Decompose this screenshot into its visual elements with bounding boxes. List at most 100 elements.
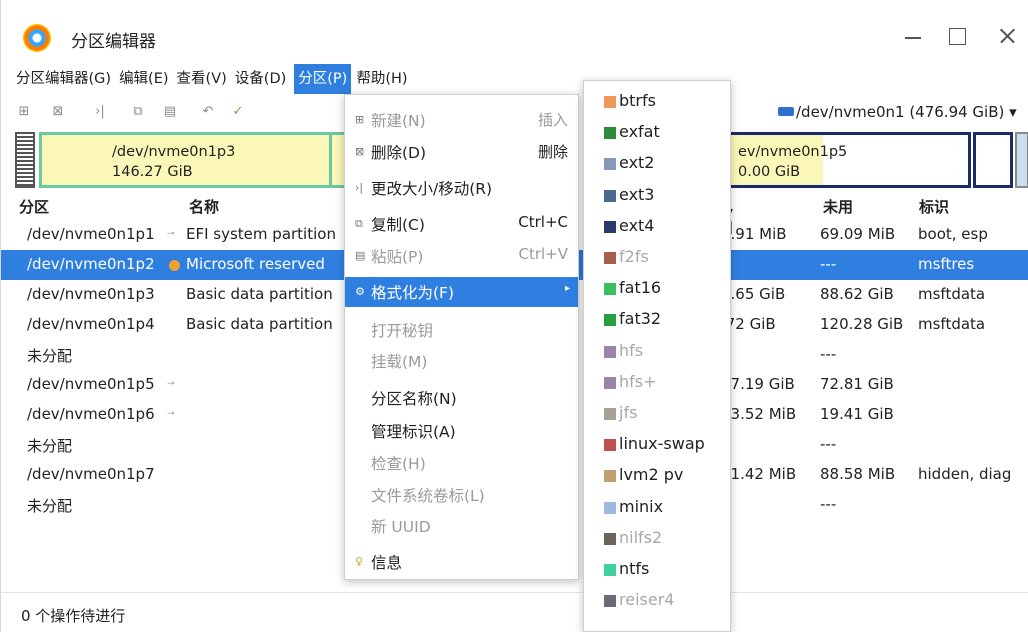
cell-used: 07.19 GiB <box>721 375 795 393</box>
cell-unused: 72.81 GiB <box>820 375 894 393</box>
format-option-label: f2fs <box>619 247 649 266</box>
menu-paste[interactable]: ▤ 粘贴(P) Ctrl+V <box>345 241 578 271</box>
cell-flags: hidden, diag <box>918 465 1012 483</box>
format-option-fat32[interactable]: fat32 <box>584 305 730 336</box>
menu-edit[interactable]: 编辑(E) <box>114 64 171 94</box>
cell-partition: /dev/nvme0n1p6 <box>27 405 155 423</box>
delete-partition-icon[interactable]: ⊠ <box>51 105 65 119</box>
partition-block-p3[interactable]: /dev/nvme0n1p3 146.27 GiB <box>39 132 339 188</box>
cell-name: Basic data partition <box>186 315 333 333</box>
menu-check[interactable]: 检查(H) <box>345 448 578 478</box>
filesystem-color-swatch <box>604 220 616 233</box>
new-partition-icon[interactable]: ⊞ <box>17 105 31 119</box>
partition-menu: ⊞ 新建(N) 插入 ⊠ 删除(D) 删除 ›| 更改大小/移动(R) ⧉ 复制… <box>344 94 579 580</box>
menu-manage-flags[interactable]: 管理标识(A) <box>345 416 578 446</box>
menu-partition-name[interactable]: 分区名称(N) <box>345 383 578 413</box>
format-option-label: nilfs2 <box>619 527 663 547</box>
format-option-lvm2-pv[interactable]: lvm2 pv <box>584 461 730 492</box>
device-selector[interactable]: /dev/nvme0n1 (476.94 GiB) ▾ <box>778 103 1017 121</box>
menu-new[interactable]: ⊞ 新建(N) 插入 <box>345 105 578 135</box>
format-option-reiser4[interactable]: reiser4 <box>584 586 730 617</box>
menu-format-as[interactable]: ⚙ 格式化为(F) ▸ <box>345 277 578 307</box>
format-option-label: exfat <box>619 122 660 142</box>
maximize-button[interactable] <box>947 26 967 46</box>
key-icon: ⊸ <box>167 409 175 419</box>
partition-block-p5[interactable]: ev/nvme0n1p5 0.00 GiB <box>723 132 971 188</box>
filesystem-color-swatch <box>604 501 616 514</box>
menu-open-key[interactable]: 打开秘钥 <box>345 315 578 345</box>
delete-icon: ⊠ <box>355 145 365 158</box>
filesystem-color-swatch <box>604 189 616 202</box>
cell-used: 03.52 MiB <box>721 405 797 423</box>
col-unused[interactable]: 未用 <box>823 196 853 217</box>
filesystem-color-swatch <box>604 532 616 545</box>
menu-info[interactable]: ♀ 信息 <box>345 547 578 577</box>
undo-icon[interactable]: ↶ <box>201 105 215 119</box>
partition-block-p1[interactable] <box>15 132 35 188</box>
format-option-label: minix <box>619 496 664 516</box>
menu-view[interactable]: 查看(V) <box>172 64 230 94</box>
format-option-label: fat16 <box>619 278 662 298</box>
resize-icon: ›| <box>355 181 364 194</box>
menu-gparted[interactable]: 分区编辑器(G) <box>1 64 114 94</box>
filesystem-color-swatch <box>604 345 616 358</box>
menu-partition[interactable]: 分区(P) <box>294 64 352 94</box>
cell-name: Basic data partition <box>186 285 333 303</box>
format-option-label: hfs+ <box>619 371 657 391</box>
format-option-linux-swap[interactable]: linux-swap <box>584 430 730 461</box>
cell-partition: /dev/nvme0n1p7 <box>27 465 155 483</box>
menu-help[interactable]: 帮助(H) <box>351 64 410 94</box>
paste-icon[interactable]: ▤ <box>163 105 177 119</box>
col-name[interactable]: 名称 <box>189 196 219 217</box>
partition-block-p6[interactable] <box>973 132 1013 188</box>
filesystem-color-swatch <box>604 283 616 296</box>
format-option-ext2[interactable]: ext2 <box>584 149 730 180</box>
format-option-hfs-[interactable]: hfs+ <box>584 368 730 399</box>
format-option-nilfs2[interactable]: nilfs2 <box>584 524 730 555</box>
menu-copy[interactable]: ⧉ 复制(C) Ctrl+C <box>345 209 578 239</box>
copy-icon[interactable]: ⧉ <box>131 105 145 119</box>
format-option-btrfs[interactable]: btrfs <box>584 87 730 118</box>
resize-move-icon[interactable]: ›| <box>93 105 107 119</box>
close-button[interactable] <box>997 26 1017 46</box>
cell-used: 81.42 MiB <box>721 465 797 483</box>
menu-new-uuid[interactable]: 新 UUID <box>345 511 578 541</box>
menu-device[interactable]: 设备(D) <box>230 64 289 94</box>
format-option-ntfs[interactable]: ntfs <box>584 555 730 586</box>
format-option-f2fs[interactable]: f2fs <box>584 243 730 274</box>
menu-delete[interactable]: ⊠ 删除(D) 删除 <box>345 137 578 167</box>
cell-unused: --- <box>820 345 837 363</box>
gparted-app-icon <box>23 24 51 52</box>
format-option-ext4[interactable]: ext4 <box>584 212 730 243</box>
apply-icon[interactable]: ✓ <box>231 105 245 119</box>
format-option-ext3[interactable]: ext3 <box>584 181 730 212</box>
col-flags[interactable]: 标识 <box>919 196 949 217</box>
format-option-label: btrfs <box>619 91 656 110</box>
col-partition[interactable]: 分区 <box>19 196 49 217</box>
menu-fs-label[interactable]: 文件系统卷标(L) <box>345 480 578 510</box>
format-option-label: jfs <box>619 403 638 422</box>
cell-name: EFI system partition <box>186 225 336 243</box>
format-option-exfat[interactable]: exfat <box>584 118 730 149</box>
title-bar: 分区编辑器 <box>1 0 1028 62</box>
format-option-minix[interactable]: minix <box>584 493 730 524</box>
cell-partition: /dev/nvme0n1p1 <box>27 225 155 243</box>
partition-block-p7[interactable] <box>1015 132 1028 188</box>
gparted-window: 分区编辑器 分区编辑器(G) 编辑(E) 查看(V) 设备(D) 分区(P) 帮… <box>0 0 1028 632</box>
cell-partition: 未分配 <box>27 497 73 515</box>
format-option-label: lvm2 pv <box>619 465 684 485</box>
minimize-button[interactable] <box>903 26 923 46</box>
format-option-label: fat32 <box>619 309 662 329</box>
format-option-label: hfs <box>619 340 644 360</box>
format-option-hfs[interactable]: hfs <box>584 337 730 368</box>
filesystem-color-swatch <box>604 96 616 108</box>
cell-partition: /dev/nvme0n1p2 <box>27 255 155 273</box>
format-option-fat16[interactable]: fat16 <box>584 274 730 305</box>
format-option-label: ext2 <box>619 153 655 173</box>
menu-mount[interactable]: 挂载(M) <box>345 346 578 376</box>
new-icon: ⊞ <box>355 113 365 126</box>
menu-resize-move[interactable]: ›| 更改大小/移动(R) <box>345 173 578 203</box>
cell-unused: 88.58 MiB <box>820 465 896 483</box>
cell-unused: --- <box>820 495 837 513</box>
format-option-jfs[interactable]: jfs <box>584 399 730 430</box>
